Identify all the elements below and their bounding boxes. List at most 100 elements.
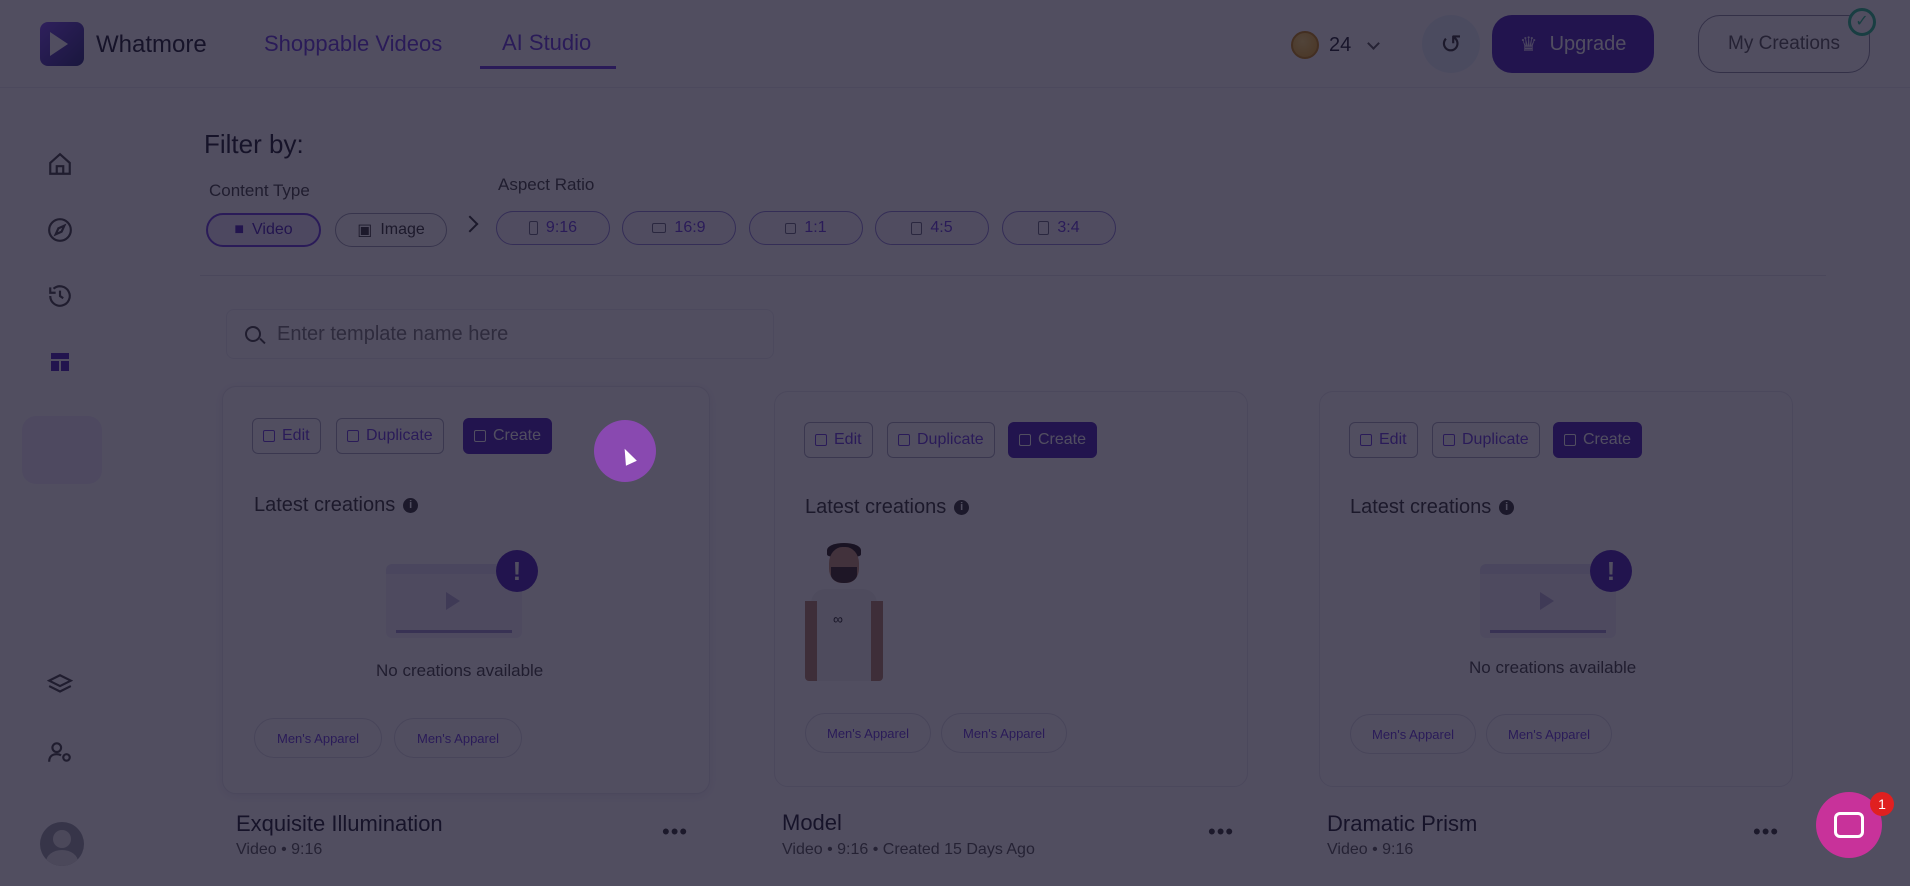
content-type-label: Content Type bbox=[209, 181, 310, 200]
edit-icon bbox=[815, 434, 827, 446]
layers-icon[interactable] bbox=[40, 665, 80, 705]
image-icon: ▣ bbox=[357, 222, 373, 239]
history-button[interactable]: ↺ bbox=[1422, 15, 1480, 73]
filter-title: Filter by: bbox=[204, 129, 304, 159]
credits-dropdown[interactable]: 24 bbox=[1287, 22, 1393, 68]
avatar[interactable] bbox=[40, 822, 84, 866]
search-input[interactable] bbox=[277, 322, 757, 346]
empty-state-text: No creations available bbox=[376, 661, 544, 680]
ratio-1-1[interactable]: 1:1 bbox=[749, 211, 863, 245]
alert-icon: ! bbox=[1590, 550, 1632, 592]
chevron-right-icon bbox=[461, 215, 479, 233]
category-tag[interactable]: Men's Apparel bbox=[1486, 714, 1612, 754]
active-tab-indicator bbox=[480, 66, 616, 69]
chat-icon bbox=[1834, 812, 1864, 838]
edit-button[interactable]: Edit bbox=[1349, 422, 1418, 458]
portrait-icon bbox=[911, 221, 923, 235]
play-icon bbox=[1540, 592, 1554, 610]
landscape-icon bbox=[652, 223, 667, 233]
search-bar bbox=[226, 309, 774, 359]
filter-image[interactable]: ▣ Image bbox=[335, 213, 447, 247]
crown-icon: ♛ bbox=[1519, 33, 1538, 56]
sidebar bbox=[0, 88, 122, 886]
user-settings-icon[interactable] bbox=[40, 732, 80, 772]
empty-state-text: No creations available bbox=[1469, 658, 1637, 677]
ratio-label: 1:1 bbox=[804, 219, 827, 236]
filter-video-label: Video bbox=[252, 221, 293, 238]
bicycle-icon: ∞ bbox=[833, 611, 843, 627]
history-icon[interactable] bbox=[40, 276, 80, 316]
compass-icon[interactable] bbox=[40, 210, 80, 250]
duplicate-button[interactable]: Duplicate bbox=[1432, 422, 1540, 458]
info-icon[interactable]: i bbox=[403, 498, 419, 513]
card-title: Dramatic Prism bbox=[1327, 811, 1478, 836]
portrait-icon bbox=[528, 221, 538, 235]
portrait-icon bbox=[1038, 221, 1050, 235]
whatmore-logo[interactable] bbox=[40, 22, 84, 66]
my-creations-button[interactable]: My Creations bbox=[1698, 15, 1870, 73]
ratio-4-5[interactable]: 4:5 bbox=[875, 211, 989, 245]
top-bar: Whatmore Shoppable Videos AI Studio 24 ↺… bbox=[0, 0, 1910, 88]
category-tag[interactable]: Men's Apparel bbox=[394, 718, 522, 758]
info-icon[interactable]: i bbox=[1499, 500, 1515, 515]
category-tag[interactable]: Men's Apparel bbox=[1350, 714, 1476, 754]
credits-value: 24 bbox=[1329, 33, 1352, 56]
latest-creations-label: Latest creations bbox=[254, 494, 396, 516]
layers-icon bbox=[474, 430, 486, 442]
coins-icon bbox=[1291, 31, 1319, 59]
create-label: Create bbox=[1038, 431, 1087, 448]
tab-ai-studio[interactable]: AI Studio bbox=[502, 30, 591, 56]
duplicate-label: Duplicate bbox=[1462, 431, 1529, 448]
ratio-label: 3:4 bbox=[1057, 219, 1080, 236]
ratio-9-16[interactable]: 9:16 bbox=[496, 211, 610, 245]
card-title: Exquisite Illumination bbox=[236, 811, 443, 836]
edit-label: Edit bbox=[834, 431, 862, 448]
upgrade-button[interactable]: ♛ Upgrade bbox=[1492, 15, 1654, 73]
creation-thumbnail[interactable]: ∞ bbox=[805, 541, 883, 681]
aspect-ratio-label: Aspect Ratio bbox=[498, 175, 595, 194]
layers-icon bbox=[1019, 434, 1031, 446]
filter-video[interactable]: ■ Video bbox=[206, 213, 321, 247]
chevron-down-icon bbox=[1367, 36, 1381, 50]
edit-icon bbox=[1360, 434, 1372, 446]
empty-state-illustration: ! bbox=[1480, 550, 1632, 640]
my-creations-label: My Creations bbox=[1728, 33, 1840, 54]
latest-creations-label: Latest creations bbox=[805, 496, 947, 518]
latest-creations-heading: Latest creations i bbox=[254, 494, 419, 517]
divider bbox=[200, 275, 1826, 276]
create-button[interactable]: Create bbox=[1553, 422, 1643, 458]
check-icon: ✓ bbox=[1848, 8, 1876, 36]
layers-icon bbox=[1564, 434, 1576, 446]
search-icon bbox=[245, 326, 261, 342]
category-tag[interactable]: Men's Apparel bbox=[941, 713, 1067, 753]
category-tag[interactable]: Men's Apparel bbox=[805, 713, 931, 753]
card-meta: Video • 9:16 bbox=[236, 841, 323, 858]
ratio-label: 16:9 bbox=[674, 219, 706, 236]
card-meta: Video • 9:16 • Created 15 Days Ago bbox=[782, 841, 1035, 858]
video-camera-icon: ■ bbox=[234, 221, 245, 238]
play-icon bbox=[446, 592, 460, 610]
templates-icon[interactable] bbox=[40, 342, 80, 382]
duplicate-button[interactable]: Duplicate bbox=[336, 418, 444, 454]
edit-label: Edit bbox=[282, 427, 310, 444]
ratio-16-9[interactable]: 16:9 bbox=[622, 211, 736, 245]
duplicate-icon bbox=[898, 434, 910, 446]
tab-shoppable-videos[interactable]: Shoppable Videos bbox=[264, 31, 442, 57]
history-icon: ↺ bbox=[1440, 28, 1462, 59]
create-button[interactable]: Create bbox=[1008, 422, 1098, 458]
latest-creations-heading: Latest creations i bbox=[1350, 496, 1515, 519]
more-options-icon[interactable]: ••• bbox=[1753, 819, 1779, 845]
edit-button[interactable]: Edit bbox=[804, 422, 873, 458]
create-button[interactable]: Create bbox=[463, 418, 553, 454]
category-tag[interactable]: Men's Apparel bbox=[254, 718, 382, 758]
info-icon[interactable]: i bbox=[954, 500, 970, 515]
empty-state-illustration: ! bbox=[386, 550, 538, 640]
ratio-3-4[interactable]: 3:4 bbox=[1002, 211, 1116, 245]
duplicate-button[interactable]: Duplicate bbox=[887, 422, 995, 458]
more-options-icon[interactable]: ••• bbox=[662, 819, 688, 845]
ratio-label: 4:5 bbox=[930, 219, 953, 236]
latest-creations-label: Latest creations bbox=[1350, 496, 1492, 518]
more-options-icon[interactable]: ••• bbox=[1208, 819, 1234, 845]
edit-button[interactable]: Edit bbox=[252, 418, 321, 454]
home-icon[interactable] bbox=[40, 144, 80, 184]
